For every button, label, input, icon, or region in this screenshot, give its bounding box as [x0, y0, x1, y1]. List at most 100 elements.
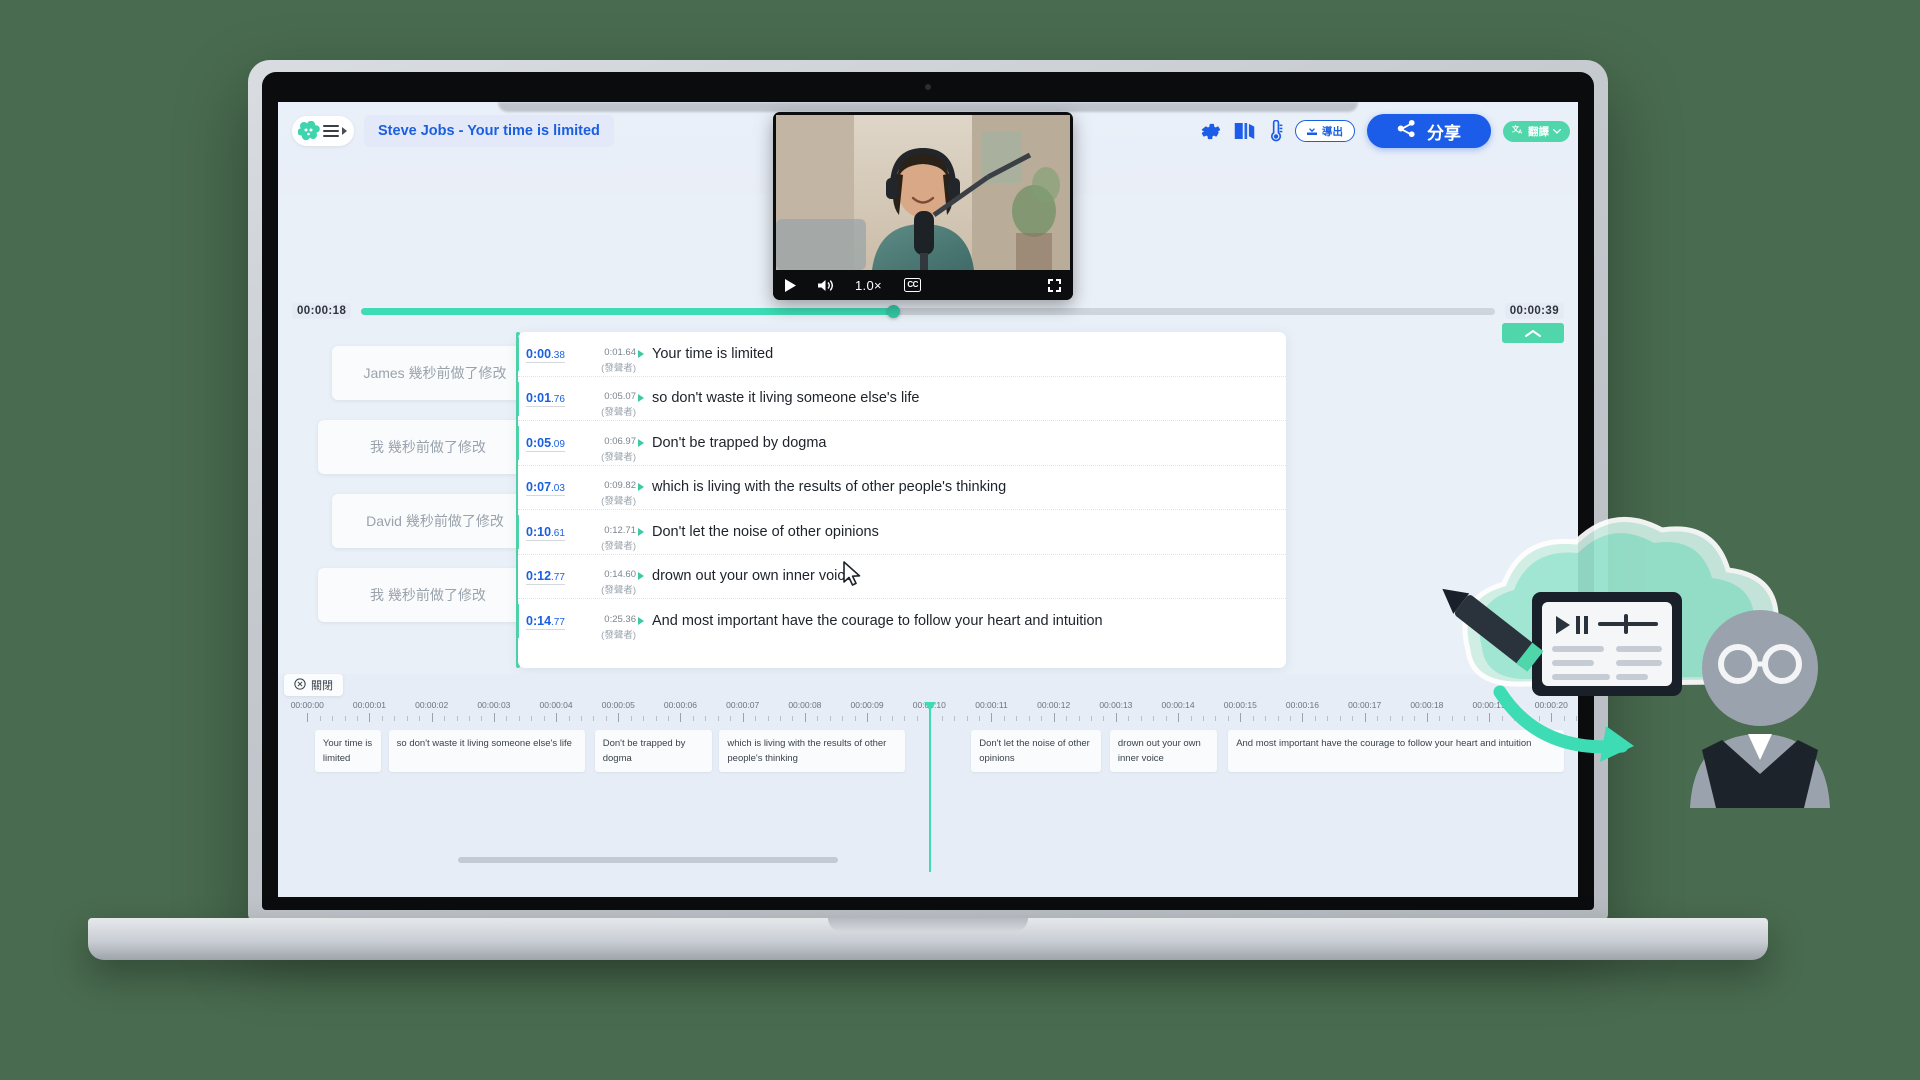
transcript-play-icon[interactable] — [638, 527, 644, 536]
transcript-text[interactable]: which is living with the results of othe… — [652, 479, 1006, 495]
ruler-tick-minor — [1041, 716, 1043, 721]
transcript-row[interactable]: 0:14.77 0:25.36 (發聲者) And most important ha… — [518, 599, 1286, 644]
caption-block[interactable]: so don't waste it living someone else's … — [388, 730, 585, 772]
transcript-text[interactable]: drown out your own inner voice — [652, 568, 853, 584]
cc-icon[interactable]: CC — [903, 278, 922, 292]
export-label: 導出 — [1322, 125, 1343, 138]
video-player[interactable]: 1.0× CC — [773, 112, 1073, 300]
ruler-tick-label: 00:00:03 — [477, 700, 511, 710]
caption-block[interactable]: drown out your own inner voice — [1109, 730, 1217, 772]
transcript-start-time[interactable]: 0:14.77 — [526, 614, 565, 631]
progress-knob[interactable] — [887, 304, 901, 318]
ruler-tick-minor — [705, 716, 707, 721]
transcript-start-time[interactable]: 0:12.77 — [526, 569, 565, 586]
ruler-tick-label: 00:00:11 — [975, 700, 1008, 710]
transcript-text[interactable]: Don't be trapped by dogma — [652, 435, 826, 451]
collapse-panel-button[interactable] — [1502, 323, 1564, 343]
timeline-scrollbar-thumb[interactable] — [458, 857, 838, 863]
transcript-row[interactable]: 0:05.09 0:06.97 (發聲者) Don't be trapped by d… — [518, 421, 1286, 466]
transcript-play-icon[interactable] — [638, 483, 644, 492]
ruler-tick-minor — [1103, 716, 1105, 721]
transcript-speaker-label[interactable]: (發聲者) — [601, 404, 636, 418]
export-button[interactable]: 導出 — [1295, 120, 1355, 142]
ruler-tick-label: 00:00:04 — [539, 700, 573, 710]
ruler-tick-minor — [1003, 716, 1005, 721]
close-button[interactable]: 關閉 — [284, 674, 343, 696]
edit-activity-card[interactable]: 我 幾秒前做了修改 — [318, 568, 538, 622]
caption-block[interactable]: Don't let the noise of other opinions — [971, 730, 1101, 772]
edit-activity-card[interactable]: 我 幾秒前做了修改 — [318, 420, 538, 474]
ruler-tick-minor — [755, 716, 757, 721]
playhead-handle-icon[interactable] — [924, 702, 937, 711]
transcript-row[interactable]: 0:01.76 0:05.07 (發聲者) so don't waste it liv… — [518, 377, 1286, 421]
thermometer-icon[interactable] — [1268, 120, 1283, 142]
transcript-start-time[interactable]: 0:01.76 — [526, 391, 565, 408]
volume-icon[interactable] — [818, 279, 833, 292]
ruler-tick-minor — [1215, 716, 1217, 721]
playback-speed-label[interactable]: 1.0× — [855, 278, 882, 293]
ruler-tick-major — [618, 713, 620, 722]
timeline-playhead[interactable] — [924, 702, 937, 872]
edit-activity-card[interactable]: David 幾秒前做了修改 — [332, 494, 538, 548]
share-nodes-icon — [1397, 119, 1416, 143]
caption-block[interactable]: Don't be trapped by dogma — [594, 730, 712, 772]
transcript-speaker-label[interactable]: (發聲者) — [601, 449, 636, 463]
timeline-scrollbar[interactable] — [458, 857, 1578, 863]
transcript-row[interactable]: 0:12.77 0:14.60 (發聲者) drown out your own in… — [518, 555, 1286, 599]
caption-block[interactable]: which is living with the results of othe… — [719, 730, 906, 772]
fullscreen-icon[interactable] — [1048, 278, 1061, 292]
edit-activity-card[interactable]: James 幾秒前做了修改 — [332, 346, 538, 400]
transcript-speaker-label[interactable]: (發聲者) — [601, 582, 636, 596]
transcript-start-time[interactable]: 0:07.03 — [526, 480, 565, 497]
ruler-tick-minor — [717, 716, 719, 721]
transcript-row[interactable]: 0:07.03 0:09.82 (發聲者) which is living with … — [518, 466, 1286, 510]
ruler-tick-minor — [593, 716, 595, 721]
video-controls[interactable]: 1.0× CC — [773, 270, 1073, 300]
transcript-start-time[interactable]: 0:10.61 — [526, 525, 565, 541]
transcript-timecodes: 0:12.77 0:14.60 (發聲者) — [526, 567, 638, 596]
transcript-row-marker — [518, 337, 519, 371]
hamburger-icon[interactable] — [323, 124, 339, 138]
transcript-panel[interactable]: 0:00.38 0:01.64 (發聲者) Your time is limited 0… — [518, 332, 1286, 668]
progress-slider[interactable] — [361, 304, 1495, 318]
ruler-tick-minor — [1066, 716, 1068, 721]
play-icon[interactable] — [785, 278, 796, 292]
translate-button[interactable]: 文 A 翻譯 — [1503, 120, 1570, 142]
transcript-row[interactable]: 0:10.61 0:12.71 (發聲者) Don't let the noise o… — [518, 510, 1286, 555]
caption-block[interactable]: Your time is limited — [314, 730, 382, 772]
ruler-tick-major — [431, 713, 433, 722]
transcript-text[interactable]: Don't let the noise of other opinions — [652, 524, 879, 540]
transcript-start-time[interactable]: 0:05.09 — [526, 436, 565, 452]
transcript-speaker-label[interactable]: (發聲者) — [601, 627, 636, 641]
laptop-shadow — [498, 102, 1358, 112]
ruler-tick-label: 00:00:12 — [1037, 700, 1071, 710]
transcript-play-icon[interactable] — [638, 394, 644, 403]
download-icon — [1307, 124, 1317, 138]
ruler-tick-label: 00:00:15 — [1223, 700, 1257, 710]
transcript-play-icon[interactable] — [638, 572, 644, 581]
video-frame — [776, 115, 1070, 270]
playback-progress-row: 00:00:18 00:00:39 — [278, 298, 1578, 324]
book-icon[interactable] — [1233, 121, 1256, 141]
transcript-row[interactable]: 0:00.38 0:01.64 (發聲者) Your time is limited — [518, 332, 1286, 377]
transcript-end-time: 0:09.82 — [604, 480, 636, 492]
transcript-speaker-label[interactable]: (發聲者) — [601, 493, 636, 507]
transcript-text[interactable]: Your time is limited — [652, 346, 773, 362]
document-title[interactable]: Steve Jobs - Your time is limited — [364, 115, 614, 147]
transcript-play-icon[interactable] — [638, 617, 644, 626]
transcript-play-icon[interactable] — [638, 349, 644, 358]
transcript-play-icon[interactable] — [638, 438, 644, 447]
ruler-tick-minor — [829, 716, 831, 721]
share-button[interactable]: 分享 — [1367, 114, 1491, 148]
transcript-text[interactable]: so don't waste it living someone else's … — [652, 390, 919, 406]
transcript-start-time[interactable]: 0:00.38 — [526, 347, 565, 363]
transcript-text[interactable]: And most important have the courage to f… — [652, 613, 1103, 629]
brand-menu-pill[interactable] — [292, 116, 354, 146]
transcript-speaker-label[interactable]: (發聲者) — [601, 538, 636, 552]
transcript-speaker-label[interactable]: (發聲者) — [601, 360, 636, 374]
ruler-tick-minor — [406, 716, 408, 721]
transcript-end-time: 0:12.71 — [604, 524, 636, 536]
gear-icon[interactable] — [1200, 121, 1221, 142]
chevron-right-icon[interactable] — [342, 127, 347, 135]
ruler-tick-minor — [1227, 716, 1229, 721]
